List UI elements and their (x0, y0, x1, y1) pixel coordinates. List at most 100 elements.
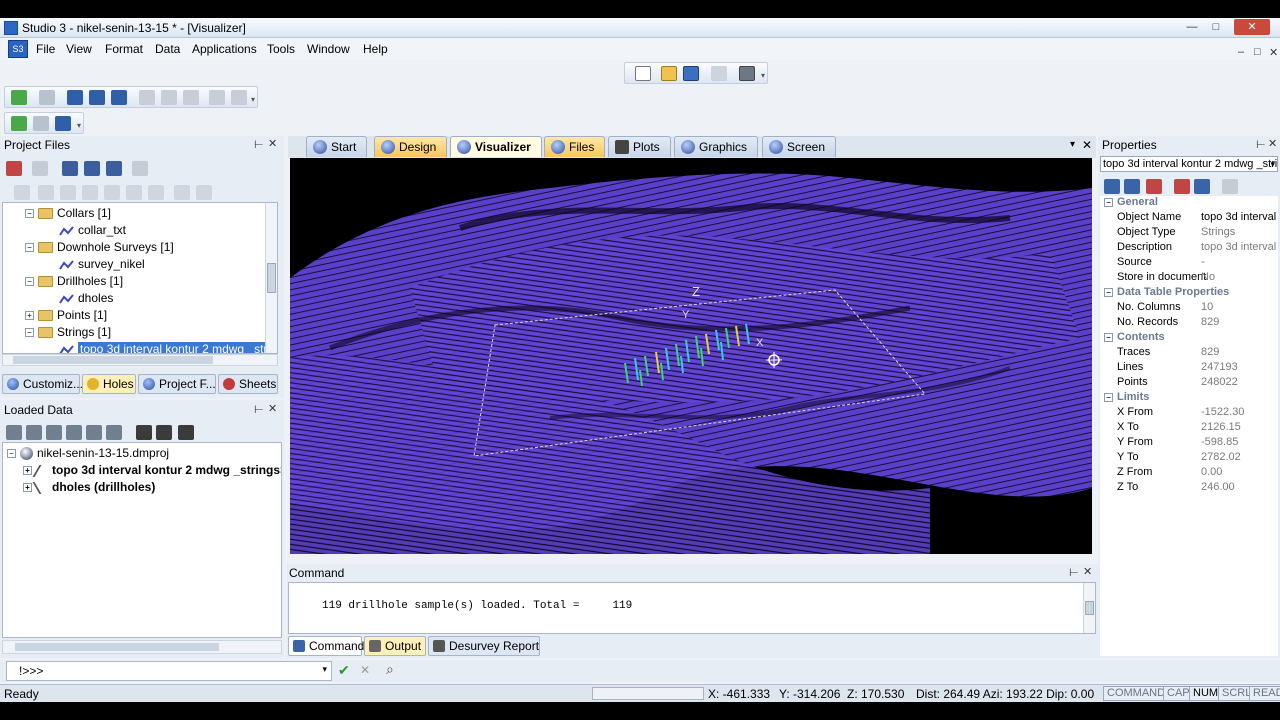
tab-graphics[interactable]: Graphics (674, 136, 759, 157)
collapse-icon[interactable]: − (25, 328, 34, 338)
menu-help[interactable]: Help (363, 42, 388, 56)
mdi-minimize-button[interactable]: – (1238, 46, 1244, 58)
minimize-button[interactable]: — (1182, 19, 1202, 35)
scroll-thumb[interactable] (15, 643, 219, 651)
window-remove-icon[interactable] (106, 161, 122, 176)
tab-project-files[interactable]: Project F... (138, 374, 216, 394)
cut-disabled-icon[interactable] (139, 90, 155, 105)
tree-folder-collars[interactable]: − Collars [1] (25, 205, 111, 222)
pin-icon[interactable]: ⊢ (1256, 138, 1266, 151)
layout-icon[interactable] (55, 116, 71, 131)
close-icon[interactable]: ✕ (268, 402, 277, 415)
collapse-icon[interactable]: − (25, 209, 34, 219)
close-icon[interactable]: ✕ (268, 137, 277, 150)
load-icon[interactable] (6, 425, 22, 440)
menu-data[interactable]: Data (155, 42, 180, 56)
section-limits[interactable]: − Limits (1100, 390, 1280, 405)
tab-command[interactable]: Command (288, 636, 364, 656)
loaded-item-dholes[interactable]: + dholes (drillholes) (23, 479, 155, 496)
export-disabled-icon[interactable] (1222, 179, 1238, 194)
split-disabled-icon[interactable] (126, 185, 142, 200)
prop-points[interactable]: Points 248022 (1100, 375, 1280, 390)
tab-start[interactable]: Start (306, 136, 368, 157)
export-disabled-icon[interactable] (82, 185, 98, 200)
maximize-button[interactable]: □ (1206, 19, 1226, 35)
filter-icon[interactable] (1194, 179, 1210, 194)
prop-y-to[interactable]: Y To 2782.02 (1100, 450, 1280, 465)
window-icon[interactable] (67, 90, 83, 105)
prop-store-in-document[interactable]: Store in document No (1100, 270, 1280, 285)
prop-description[interactable]: Descriptiontopo 3d interval ko (1100, 240, 1280, 255)
paste-disabled-icon[interactable] (183, 90, 199, 105)
menu-tools[interactable]: Tools (267, 42, 295, 56)
collapse-icon[interactable]: − (1104, 393, 1113, 402)
prop-y-from[interactable]: Y From -598.85 (1100, 435, 1280, 450)
tree-item-survey[interactable]: survey_nikel (59, 256, 145, 273)
sort-alpha-icon[interactable] (1124, 179, 1140, 194)
dropdown-icon[interactable]: ▾ (322, 664, 327, 675)
undo-disabled-icon[interactable] (60, 185, 76, 200)
prop-no-columns[interactable]: No. Columns 10 (1100, 300, 1280, 315)
tree-item-topo-strings[interactable]: topo 3d interval kontur 2 mdwg _strin (59, 341, 277, 353)
menu-view[interactable]: View (66, 42, 92, 56)
filter-icon[interactable] (136, 425, 152, 440)
window-close-icon[interactable] (111, 90, 127, 105)
grid-icon[interactable] (33, 116, 49, 131)
prop-no-records[interactable]: No. Records 829 (1100, 315, 1280, 330)
folder-disabled-icon[interactable] (32, 161, 48, 176)
close-button[interactable]: ✕ (1234, 19, 1270, 35)
data-icon[interactable] (46, 425, 62, 440)
folder-add-disabled-icon[interactable] (174, 185, 190, 200)
prop-object-name[interactable]: Object Nametopo 3d interval ko (1100, 210, 1280, 225)
tab-customize[interactable]: Customiz... (2, 374, 83, 394)
collapse-icon[interactable]: − (7, 449, 16, 459)
cut-icon[interactable] (711, 66, 727, 81)
3d-viewport[interactable]: Z Y X (290, 158, 1092, 554)
mdi-restore-button[interactable]: □ (1254, 46, 1261, 58)
save-icon[interactable] (683, 66, 699, 81)
export-icon[interactable] (66, 425, 82, 440)
menu-format[interactable]: Format (105, 42, 143, 56)
dropdown-icon[interactable]: ▾ (1270, 157, 1275, 171)
expand-icon[interactable]: + (23, 466, 32, 476)
command-output[interactable]: 119 drillhole sample(s) loaded. Total = … (288, 582, 1096, 634)
scroll-thumb[interactable] (267, 263, 276, 293)
undo-icon[interactable] (209, 90, 225, 105)
cancel-command-icon[interactable]: ✕ (360, 663, 370, 677)
prop-lines[interactable]: Lines 247193 (1100, 360, 1280, 375)
loaded-root[interactable]: − nikel-senin-13-15.dmproj (7, 445, 169, 462)
toolbar-grip-icon[interactable]: ▾ (251, 95, 255, 104)
window-tile-icon[interactable] (89, 90, 105, 105)
rotate-disabled-icon[interactable] (148, 185, 164, 200)
prop-object-type[interactable]: Object Type Strings (1100, 225, 1280, 240)
scroll-thumb[interactable] (1085, 601, 1094, 615)
close-icon[interactable]: ✕ (1083, 565, 1092, 578)
properties-grid-icon[interactable] (1146, 179, 1162, 194)
table-icon[interactable] (86, 425, 102, 440)
collapse-icon[interactable]: − (25, 243, 34, 253)
new-window-icon[interactable] (62, 161, 78, 176)
redo-icon[interactable] (231, 90, 247, 105)
print-icon[interactable] (739, 66, 755, 81)
disabled-tool-icon[interactable] (14, 185, 30, 200)
prop-source[interactable]: Source - (1100, 255, 1280, 270)
run-command-icon[interactable]: ✔ (338, 662, 350, 679)
tab-plots[interactable]: Plots (608, 136, 671, 157)
tab-design[interactable]: Design (374, 136, 448, 157)
tree-folder-points[interactable]: + Points [1] (25, 307, 107, 324)
collapse-icon[interactable]: − (1104, 333, 1113, 342)
pin-icon[interactable]: ⊢ (254, 403, 264, 416)
menu-window[interactable]: Window (307, 42, 350, 56)
collapse-icon[interactable]: − (1104, 198, 1113, 207)
tree-item-dholes[interactable]: dholes (59, 290, 113, 307)
prop-traces[interactable]: Traces 829 (1100, 345, 1280, 360)
tab-screen[interactable]: Screen (762, 136, 837, 157)
expand-icon[interactable]: + (25, 311, 34, 321)
section-general[interactable]: − General (1100, 195, 1280, 210)
pin-icon[interactable]: ⊢ (1069, 566, 1079, 579)
tree-item-collar[interactable]: collar_txt (59, 222, 126, 239)
section-data-table-properties[interactable]: − Data Table Properties (1100, 285, 1280, 300)
categorized-icon[interactable] (1104, 179, 1120, 194)
check-disabled-icon[interactable] (38, 185, 54, 200)
command-scrollbar[interactable] (1083, 583, 1095, 633)
